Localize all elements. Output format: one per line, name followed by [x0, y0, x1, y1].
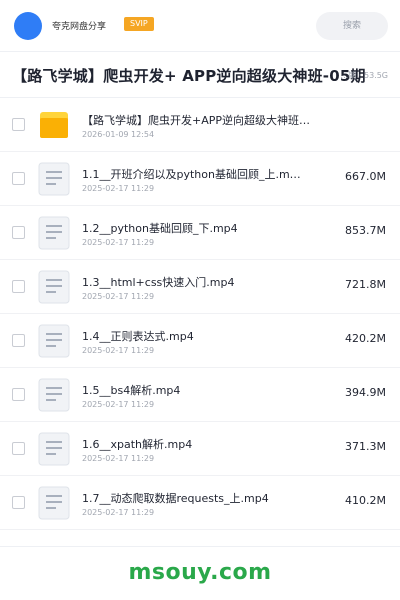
item-name: 1.5__bs4解析.mp4: [82, 384, 181, 397]
file-icon: [38, 162, 70, 196]
file-icon: [38, 216, 70, 250]
top-bar: 夸克网盘分享 SVIP 搜索: [0, 0, 400, 52]
item-name: 1.3__html+css快速入门.mp4: [82, 276, 235, 289]
select-checkbox[interactable]: [12, 280, 25, 293]
select-checkbox[interactable]: [12, 334, 25, 347]
select-checkbox[interactable]: [12, 226, 25, 239]
list-item[interactable]: 1.6__xpath解析.mp4 2025-02-17 11:29 371.3M: [0, 422, 400, 476]
item-size: 721.8M: [345, 278, 386, 291]
item-name: 1.1__开班介绍以及python基础回顾_上.m…: [82, 168, 301, 181]
item-name: 1.2__python基础回顾_下.mp4: [82, 222, 238, 235]
item-date: 2025-02-17 11:29: [82, 508, 155, 517]
item-date: 2025-02-17 11:29: [82, 346, 155, 355]
item-name: 1.7__动态爬取数据requests_上.mp4: [82, 492, 269, 505]
item-name: 【路飞学城】爬虫开发+APP逆向超级大神班-05期: [82, 114, 312, 127]
watermark: msouy.com: [128, 560, 272, 585]
share-username: 夸克网盘分享: [52, 22, 107, 32]
select-checkbox[interactable]: [12, 172, 25, 185]
file-icon: [38, 270, 70, 304]
item-date: 2025-02-17 11:29: [82, 292, 155, 301]
item-name: 1.4__正则表达式.mp4: [82, 330, 194, 343]
item-size: 394.9M: [345, 386, 386, 399]
select-checkbox[interactable]: [12, 496, 25, 509]
list-item[interactable]: 【路飞学城】爬虫开发+APP逆向超级大神班-05期 2026-01-09 12:…: [0, 98, 400, 152]
list-item[interactable]: 1.4__正则表达式.mp4 2025-02-17 11:29 420.2M: [0, 314, 400, 368]
file-list: 【路飞学城】爬虫开发+APP逆向超级大神班-05期 2026-01-09 12:…: [0, 98, 400, 530]
item-date: 2025-02-17 11:29: [82, 400, 155, 409]
page-title: 【路飞学城】爬虫开发+ APP逆向超级大神班-05期: [12, 67, 366, 85]
item-date: 2025-02-17 11:29: [82, 238, 155, 247]
list-item[interactable]: 1.2__python基础回顾_下.mp4 2025-02-17 11:29 8…: [0, 206, 400, 260]
item-date: 2025-02-17 11:29: [82, 184, 155, 193]
folder-size-info: …期 · 53.5G: [340, 71, 388, 80]
list-item[interactable]: 1.3__html+css快速入门.mp4 2025-02-17 11:29 7…: [0, 260, 400, 314]
item-size: 410.2M: [345, 494, 386, 507]
item-size: 420.2M: [345, 332, 386, 345]
file-icon: [38, 378, 70, 412]
folder-title-row: 【路飞学城】爬虫开发+ APP逆向超级大神班-05期 …期 · 53.5G: [0, 52, 400, 98]
item-size: 853.7M: [345, 224, 386, 237]
item-size: 667.0M: [345, 170, 386, 183]
avatar[interactable]: [14, 12, 42, 40]
select-checkbox[interactable]: [12, 388, 25, 401]
item-size: 371.3M: [345, 440, 386, 453]
select-checkbox[interactable]: [12, 118, 25, 131]
search-input[interactable]: 搜索: [316, 12, 388, 40]
select-checkbox[interactable]: [12, 442, 25, 455]
item-name: 1.6__xpath解析.mp4: [82, 438, 193, 451]
item-date: 2025-02-17 11:29: [82, 454, 155, 463]
file-icon: [38, 432, 70, 466]
list-item[interactable]: 1.1__开班介绍以及python基础回顾_上.m… 2025-02-17 11…: [0, 152, 400, 206]
list-item[interactable]: 1.7__动态爬取数据requests_上.mp4 2025-02-17 11:…: [0, 476, 400, 530]
item-date: 2026-01-09 12:54: [82, 130, 155, 139]
svip-badge: SVIP: [124, 17, 154, 31]
divider: [0, 546, 400, 547]
folder-icon: [38, 108, 70, 142]
list-item[interactable]: 1.5__bs4解析.mp4 2025-02-17 11:29 394.9M: [0, 368, 400, 422]
file-icon: [38, 486, 70, 520]
file-icon: [38, 324, 70, 358]
